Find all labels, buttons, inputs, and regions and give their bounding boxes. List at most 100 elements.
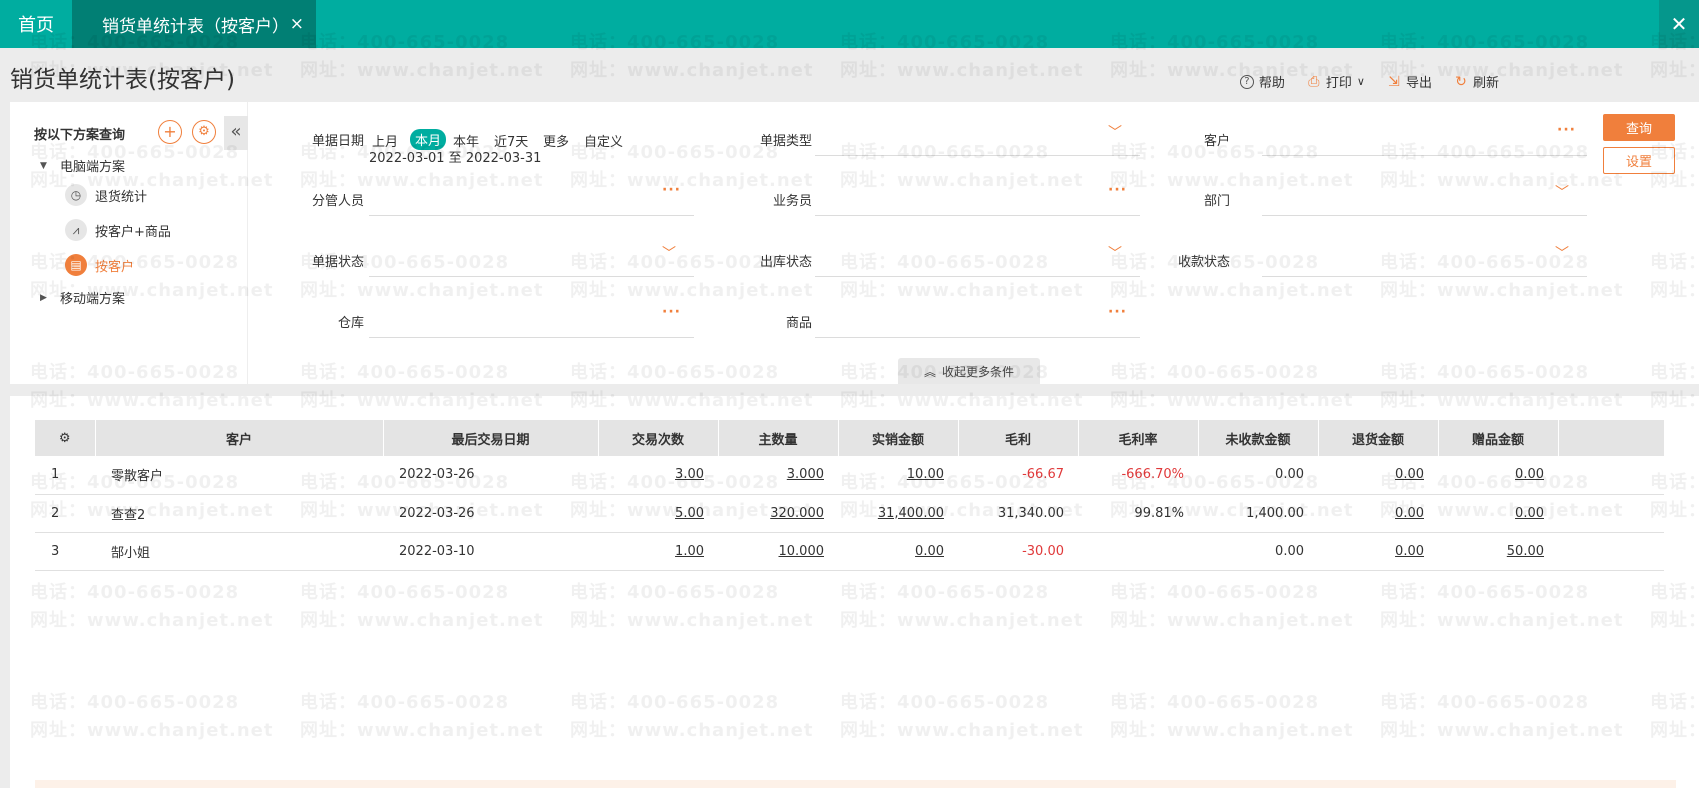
chevron-down-icon[interactable]: ﹀: [1108, 122, 1122, 142]
chevron-down-icon[interactable]: ﹀: [662, 243, 676, 263]
cell-empty: [1558, 494, 1664, 533]
window-close-icon[interactable]: ✕: [1659, 0, 1699, 48]
chart-icon: ⩘: [65, 219, 87, 241]
outbound-status-select[interactable]: [815, 276, 1140, 277]
column-header[interactable]: 交易次数: [598, 420, 719, 456]
cell-amount[interactable]: 31,400.00: [838, 494, 958, 533]
cell-qty[interactable]: 3.000: [718, 456, 838, 495]
payment-status-select[interactable]: [1262, 276, 1587, 277]
cell-amount[interactable]: 0.00: [838, 532, 958, 571]
chevron-down-icon[interactable]: ﹀: [1555, 182, 1569, 202]
print-icon: ⎙: [1308, 73, 1320, 90]
cell-count[interactable]: 5.00: [598, 494, 718, 533]
collapse-sidebar-icon[interactable]: «: [224, 116, 248, 150]
column-header[interactable]: 最后交易日期: [383, 420, 599, 456]
product-field[interactable]: [815, 337, 1140, 338]
table-row[interactable]: 2 查查2 2022-03-26 5.00 320.000 31,400.00 …: [35, 494, 1664, 533]
filter-panel: 按以下方案查询 + ⚙ « ▼ 电脑端方案 ◷ 退货统计 ⩘ 按客户+商品 ▤ …: [10, 102, 1699, 384]
watermark-site: 网址：www.chanjet.net: [300, 60, 544, 81]
column-header[interactable]: 未收款金额: [1198, 420, 1319, 456]
column-header[interactable]: 毛利率: [1078, 420, 1199, 456]
sidebar-item-customer-product[interactable]: ⩘ 按客户+商品: [65, 219, 171, 241]
cell-returns[interactable]: 0.00: [1318, 494, 1438, 533]
cell-gift[interactable]: 0.00: [1438, 494, 1558, 533]
cell-gift[interactable]: 0.00: [1438, 456, 1558, 495]
department-select[interactable]: [1262, 215, 1587, 216]
salesperson-label: 业务员: [772, 194, 812, 209]
chevron-up-icon: ︽: [923, 364, 936, 379]
toolbar: ? 帮助 ⎙ 打印 ∨ ⇲ 导出 ↻ 刷新: [1239, 72, 1499, 92]
chevron-down-icon[interactable]: ∨: [1357, 75, 1365, 88]
page-title: 销货单统计表(按客户): [10, 67, 235, 93]
outbound-status-label: 出库状态: [759, 255, 812, 270]
refresh-icon: ↻: [1455, 73, 1467, 90]
date-option-custom[interactable]: 自定义: [584, 131, 623, 150]
column-header[interactable]: 赠品金额: [1438, 420, 1559, 456]
cell-count[interactable]: 1.00: [598, 532, 718, 571]
report-table: ⚙ 客户 最后交易日期 交易次数 主数量 实销金额 毛利 毛利率 未收款金额 退…: [35, 420, 1665, 571]
caret-down-icon: ▼: [40, 160, 47, 171]
gear-icon[interactable]: ⚙: [192, 120, 216, 144]
table-header-row: ⚙ 客户 最后交易日期 交易次数 主数量 实销金额 毛利 毛利率 未收款金额 退…: [35, 420, 1665, 456]
doc-status-select[interactable]: [369, 276, 694, 277]
tree-group-pc-label: 电脑端方案: [60, 160, 126, 175]
sidebar-item-returns[interactable]: ◷ 退货统计: [65, 184, 147, 206]
refresh-button[interactable]: ↻ 刷新: [1454, 72, 1499, 92]
more-icon[interactable]: ···: [662, 304, 681, 320]
cell-qty[interactable]: 10.000: [718, 532, 838, 571]
setting-button[interactable]: 设置: [1603, 147, 1675, 174]
more-icon[interactable]: ···: [1108, 304, 1127, 320]
cell-customer: 零散客户: [95, 456, 383, 495]
cell-empty: [1558, 456, 1664, 495]
watermark-site: 网址：www.chanjet.net: [570, 60, 814, 81]
help-button[interactable]: ? 帮助: [1239, 72, 1285, 91]
export-button[interactable]: ⇲ 导出: [1387, 72, 1432, 92]
column-header[interactable]: 主数量: [718, 420, 839, 456]
cell-returns[interactable]: 0.00: [1318, 532, 1438, 571]
tree-group-pc[interactable]: ▼ 电脑端方案: [40, 156, 125, 175]
add-scheme-icon[interactable]: +: [158, 120, 182, 144]
more-icon[interactable]: ···: [662, 182, 681, 198]
manager-field[interactable]: [369, 215, 694, 216]
chevron-down-icon[interactable]: ﹀: [1108, 243, 1122, 263]
collapse-more-button[interactable]: ︽ 收起更多条件: [898, 358, 1040, 384]
cell-profit: -30.00: [958, 532, 1078, 571]
cell-qty[interactable]: 320.000: [718, 494, 838, 533]
row-index: 2: [35, 494, 95, 533]
scheme-title: 按以下方案查询: [34, 128, 126, 143]
cell-date: 2022-03-26: [383, 494, 598, 533]
salesperson-field[interactable]: [815, 215, 1140, 216]
export-icon: ⇲: [1388, 73, 1400, 90]
warehouse-field[interactable]: [369, 337, 694, 338]
warehouse-label: 仓库: [337, 316, 364, 331]
tab-close-icon[interactable]: ×: [290, 14, 304, 34]
date-option-more[interactable]: 更多: [543, 131, 569, 150]
doc-type-select[interactable]: [815, 155, 1140, 156]
cell-unpaid: 0.00: [1198, 456, 1318, 495]
cell-returns[interactable]: 0.00: [1318, 456, 1438, 495]
cell-count[interactable]: 3.00: [598, 456, 718, 495]
more-icon[interactable]: ···: [1557, 122, 1576, 138]
tab-bar: 首页 销货单统计表（按客户） × ✕: [0, 0, 1699, 48]
tree-group-mobile[interactable]: ▶ 移动端方案: [40, 288, 125, 307]
column-settings-icon[interactable]: ⚙: [35, 420, 96, 456]
help-label: 帮助: [1258, 76, 1285, 91]
chevron-down-icon[interactable]: ﹀: [1555, 243, 1569, 263]
date-label: 单据日期: [311, 134, 364, 149]
tab-home[interactable]: 首页: [0, 0, 72, 48]
column-header[interactable]: 客户: [95, 420, 384, 456]
table-row[interactable]: 3 郜小姐 2022-03-10 1.00 10.000 0.00 -30.00…: [35, 532, 1664, 571]
column-header[interactable]: 退货金额: [1318, 420, 1439, 456]
more-icon[interactable]: ···: [1108, 182, 1127, 198]
column-header[interactable]: 毛利: [958, 420, 1079, 456]
query-button[interactable]: 查询: [1603, 114, 1675, 141]
column-header[interactable]: 实销金额: [838, 420, 959, 456]
table-row[interactable]: 1 零散客户 2022-03-26 3.00 3.000 10.00 -66.6…: [35, 456, 1664, 495]
print-button[interactable]: ⎙ 打印 ∨: [1307, 72, 1365, 92]
cell-gift[interactable]: 50.00: [1438, 532, 1558, 571]
customer-field[interactable]: [1262, 155, 1587, 156]
tab-sales-report[interactable]: 销货单统计表（按客户） ×: [72, 0, 316, 48]
sidebar-item-customer[interactable]: ▤ 按客户: [65, 254, 134, 276]
cell-date: 2022-03-26: [383, 456, 598, 495]
cell-amount[interactable]: 10.00: [838, 456, 958, 495]
